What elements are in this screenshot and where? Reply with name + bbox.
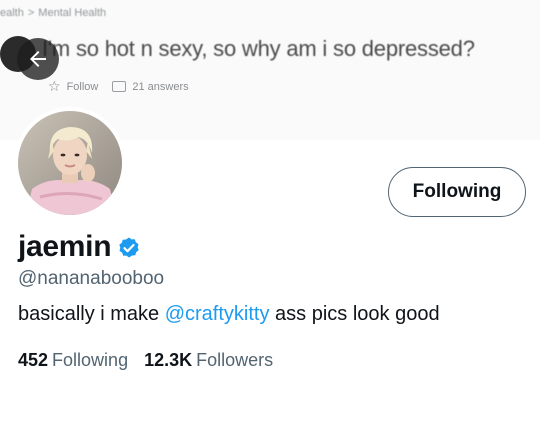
banner-question-meta: ☆ Follow 21 answers: [48, 78, 189, 95]
banner-answers-label: 21 answers: [132, 80, 189, 93]
answers-icon: [112, 81, 127, 92]
profile-bio: basically i make @craftykitty ass pics l…: [18, 303, 440, 326]
profile-name-row: jaemin: [18, 230, 141, 264]
breadcrumb-item: Mental Health: [38, 7, 107, 19]
banner-question-text: I'm so hot n sexy, so why am i so depres…: [42, 36, 475, 61]
breadcrumb-item: ealth: [0, 7, 24, 19]
following-stat-link[interactable]: 452 Following: [18, 350, 128, 371]
breadcrumb-separator: >: [27, 7, 35, 19]
following-label: Following: [52, 350, 129, 370]
banner-breadcrumb: ealth > Mental Health: [0, 7, 106, 19]
verified-badge-icon: [119, 237, 139, 258]
bio-mention-link[interactable]: @craftykitty: [165, 303, 270, 325]
followers-label: Followers: [196, 350, 274, 370]
following-button[interactable]: Following: [388, 167, 526, 217]
profile-stats: 452 Following 12.3K Followers: [18, 350, 273, 371]
following-count: 452: [18, 350, 49, 370]
banner-follow-label: Follow: [66, 80, 99, 93]
bio-text: ass pics look good: [269, 303, 440, 325]
followers-stat-link[interactable]: 12.3K Followers: [144, 350, 273, 371]
followers-count: 12.3K: [144, 350, 193, 370]
arrow-left-icon: [30, 51, 46, 67]
avatar-photo: [18, 111, 122, 215]
back-button[interactable]: [17, 38, 59, 80]
profile-handle: @nananabooboo: [18, 268, 165, 289]
bio-text: basically i make: [18, 303, 165, 325]
display-name: jaemin: [18, 230, 112, 263]
profile-page: ealth > Mental Health I'm so hot n sexy, s…: [0, 0, 540, 427]
avatar[interactable]: [14, 107, 126, 219]
star-icon: ☆: [48, 78, 61, 94]
